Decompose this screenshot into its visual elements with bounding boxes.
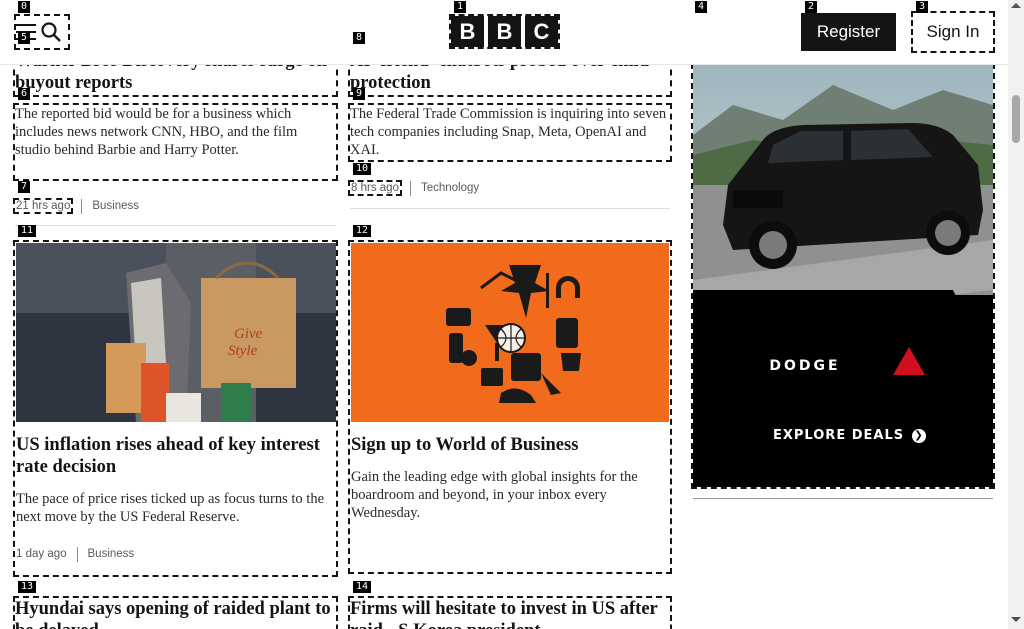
site-header: B B C Register Sign In xyxy=(0,0,1008,65)
marker-7: 7 xyxy=(18,181,31,193)
article-meta: 8 hrs ago Technology xyxy=(348,180,479,196)
marker-2: 2 xyxy=(805,1,818,13)
marker-0: 0 xyxy=(18,1,31,13)
advertisement[interactable]: DODGE EXPLORE DEALS ❯ xyxy=(691,63,995,489)
car-ad-image: DODGE xyxy=(693,65,993,487)
register-button[interactable]: Register xyxy=(801,13,896,51)
article-category[interactable]: Technology xyxy=(421,182,479,194)
promo-image xyxy=(351,243,669,422)
marker-6: 6 xyxy=(18,88,31,100)
article-category[interactable]: Business xyxy=(92,200,139,212)
article-image: Give Style xyxy=(16,243,336,422)
meta-divider xyxy=(409,180,411,196)
marker-14: 14 xyxy=(353,581,372,593)
marker-8: 8 xyxy=(353,32,366,44)
article-summary[interactable]: The pace of price rises ticked up as foc… xyxy=(16,490,334,526)
scroll-up-arrow-icon[interactable] xyxy=(1011,3,1021,8)
logo-letter-b2: B xyxy=(488,16,521,47)
explore-deals-link[interactable]: EXPLORE DEALS ❯ xyxy=(773,428,927,443)
divider xyxy=(350,208,670,209)
scrollbar-thumb[interactable] xyxy=(1012,95,1020,143)
ad-brand-wordmark: DODGE xyxy=(769,358,840,374)
meta-divider xyxy=(76,546,78,562)
ad-cta-label: EXPLORE DEALS xyxy=(773,428,905,443)
marker-10: 10 xyxy=(353,163,372,175)
meta-divider xyxy=(81,198,83,214)
article-meta: 1 day ago Business xyxy=(16,546,134,562)
article-category[interactable]: Business xyxy=(88,548,135,560)
promo-summary[interactable]: Gain the leading edge with global insigh… xyxy=(351,468,667,522)
arrow-right-icon: ❯ xyxy=(912,428,927,443)
bbc-logo[interactable]: B B C xyxy=(449,14,560,49)
svg-text:Style: Style xyxy=(228,343,257,359)
divider xyxy=(15,225,336,226)
scroll-down-arrow-icon[interactable] xyxy=(1011,617,1021,622)
marker-1: 1 xyxy=(454,1,467,13)
article-headline[interactable]: Firms will hesitate to invest in US afte… xyxy=(348,596,672,629)
promo-headline[interactable]: Sign up to World of Business xyxy=(351,434,667,456)
divider xyxy=(693,498,993,499)
marker-9: 9 xyxy=(353,88,366,100)
article-summary[interactable]: The Federal Trade Commission is inquirin… xyxy=(348,103,672,162)
article-timestamp[interactable]: 1 day ago xyxy=(16,548,67,560)
shopping-bags-photo: Give Style xyxy=(16,243,336,422)
article-timestamp[interactable]: 21 hrs ago xyxy=(12,198,74,214)
search-icon xyxy=(41,22,61,42)
article-summary[interactable]: The reported bid would be for a business… xyxy=(13,103,338,181)
marker-5: 5 xyxy=(18,32,31,44)
article-headline[interactable]: Hyundai says opening of raided plant to … xyxy=(13,596,338,629)
marker-4: 4 xyxy=(695,1,708,13)
article-headline[interactable]: US inflation rises ahead of key interest… xyxy=(16,434,334,478)
business-icons-illustration xyxy=(351,243,669,422)
logo-letter-c: C xyxy=(525,16,558,47)
marker-3: 3 xyxy=(916,1,929,13)
svg-text:Give: Give xyxy=(234,326,263,342)
marker-11: 11 xyxy=(18,225,37,237)
sign-in-button[interactable]: Sign In xyxy=(911,11,995,53)
article-timestamp[interactable]: 8 hrs ago xyxy=(348,180,402,196)
article-meta: 21 hrs ago Business xyxy=(12,198,139,214)
marker-12: 12 xyxy=(353,225,372,237)
marker-13: 13 xyxy=(18,581,37,593)
logo-letter-b1: B xyxy=(451,16,484,47)
